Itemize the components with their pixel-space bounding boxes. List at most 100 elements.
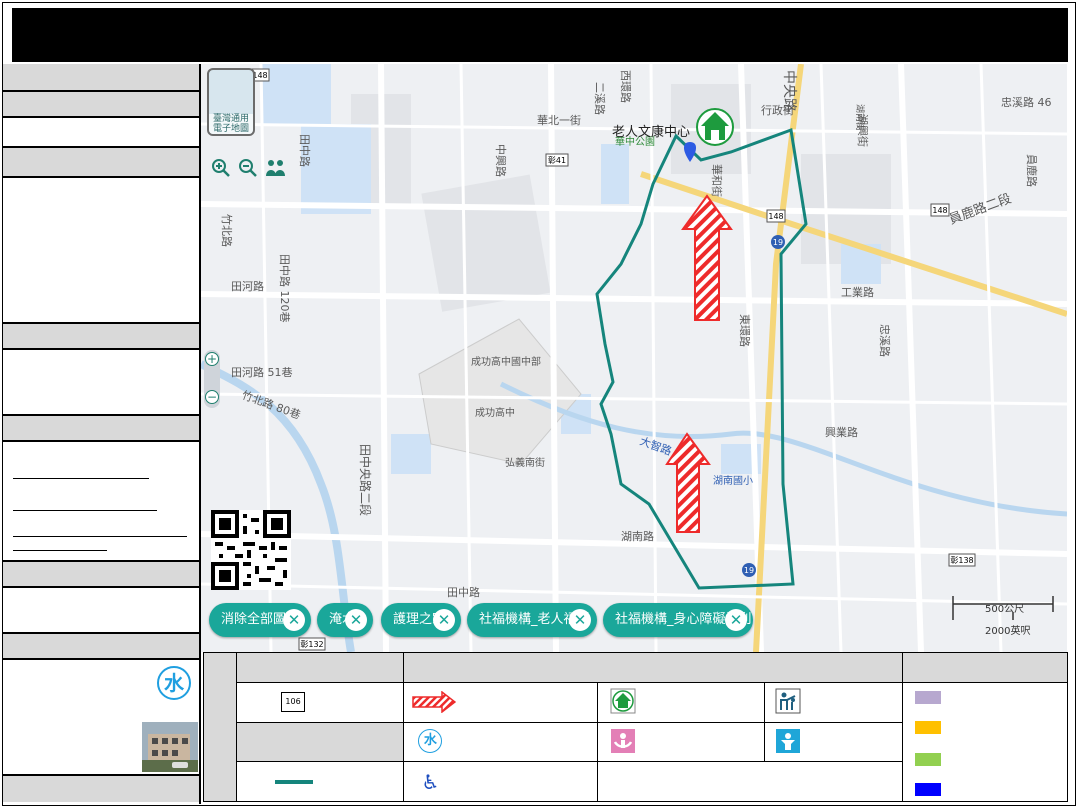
left-header-5 <box>3 416 199 442</box>
legend-cell-senior <box>596 682 766 723</box>
street-label: 田中路 120巷 <box>278 254 291 323</box>
svg-text:148: 148 <box>768 212 783 221</box>
left-header-7 <box>3 634 199 660</box>
svg-text:彰138: 彰138 <box>950 555 973 565</box>
svg-text:148: 148 <box>932 206 947 215</box>
svg-text:500公尺: 500公尺 <box>985 603 1024 615</box>
street-label: 華北一街 <box>537 113 581 127</box>
link-underline-4[interactable] <box>13 550 107 551</box>
close-icon[interactable]: ✕ <box>569 609 591 631</box>
zoom-in-icon[interactable] <box>211 158 231 178</box>
street-label: 田中路 <box>447 586 480 599</box>
street-label: 弘義南街 <box>505 456 545 469</box>
basemap-thumbnail[interactable]: 臺灣通用電子地圖 <box>207 68 255 136</box>
close-icon[interactable]: ✕ <box>433 609 455 631</box>
street-label: 西環路 <box>619 70 632 103</box>
route-shield: 彰138 <box>948 553 976 567</box>
legend-cell-disability <box>596 721 766 763</box>
house-icon[interactable] <box>696 108 734 146</box>
left-header-4 <box>3 324 199 350</box>
zoom-out-icon[interactable] <box>238 158 258 178</box>
legend-side-header <box>202 652 238 802</box>
hatched-arrow-icon <box>412 691 457 713</box>
left-field-1 <box>3 118 199 148</box>
legend-cell-boundary <box>236 761 405 802</box>
street-label: 田河路 <box>231 280 264 293</box>
swatch-blue <box>914 783 941 796</box>
close-icon[interactable]: ✕ <box>283 609 305 631</box>
route-shield: 19 <box>742 563 756 577</box>
legend-cell-empty <box>596 761 903 802</box>
route-shield: 148 <box>766 209 786 223</box>
wheelchair-icon: ♿ <box>421 770 440 795</box>
title-bar <box>12 8 1068 62</box>
close-icon[interactable]: ✕ <box>725 609 747 631</box>
water-icon: 水 <box>157 666 191 700</box>
link-underline-3[interactable] <box>13 536 187 537</box>
legend-subheader <box>236 721 405 763</box>
legend-header-3 <box>901 652 1069 683</box>
legend-cell-flood: 水 <box>403 721 598 763</box>
legend-table: 106 水 ♿ <box>202 652 1069 802</box>
left-photo-area: 水 <box>3 660 199 776</box>
swatch-purple <box>914 691 941 704</box>
street-label: 湖南國小 <box>713 474 753 487</box>
left-header-6 <box>3 562 199 588</box>
building-photo <box>142 722 198 772</box>
legend-cell-service <box>764 682 903 723</box>
map-zoom-slider[interactable]: + − <box>204 350 220 408</box>
legend-header-2 <box>403 652 903 683</box>
link-underline-1[interactable] <box>13 478 149 479</box>
slider-zoom-in-icon[interactable]: + <box>205 352 219 366</box>
left-header-8 <box>3 776 199 802</box>
water-icon: 水 <box>418 728 443 753</box>
road-shield-icon: 106 <box>281 692 306 712</box>
street-label: 員鹿路 <box>1025 154 1039 187</box>
street-label: 田中路 <box>298 134 311 167</box>
childcare-icon <box>776 728 801 753</box>
legend-cell-accessible: ♿ <box>403 761 598 802</box>
basemap-thumbnail-label: 臺灣通用電子地圖 <box>209 114 253 134</box>
street-label: 華和街 <box>710 164 724 197</box>
street-label: 東環路 <box>738 314 751 347</box>
street-label: 忠溪路 <box>878 324 891 357</box>
people-icon[interactable] <box>265 158 287 178</box>
landmark-label: 老人文康中心 <box>612 124 690 140</box>
svg-text:19: 19 <box>744 566 754 575</box>
left-header-1 <box>3 64 199 92</box>
legend-cell-arrow <box>403 682 598 723</box>
map-view[interactable]: 二溪路 西環路 華北一街 行政街 中央路 忠溪路 46 華中公園 華和街 員鹿路… <box>201 64 1067 652</box>
boundary-line-icon <box>275 780 314 785</box>
chip-clear-all-layers[interactable]: 消除全部圖層 ✕ <box>209 603 311 637</box>
street-label: 中央路 <box>781 70 797 112</box>
left-text-area-1 <box>3 178 199 324</box>
chip-disability-welfare[interactable]: 社福機構_身心障礙福利 ✕ <box>603 603 753 637</box>
svg-text:2000英呎: 2000英呎 <box>985 624 1030 637</box>
left-text-area-2 <box>3 350 199 416</box>
street-label: 田河路 51巷 <box>231 366 293 379</box>
legend-header-1 <box>236 652 405 683</box>
street-label: 中興路 <box>494 144 507 177</box>
qr-code <box>211 510 291 590</box>
slider-zoom-out-icon[interactable]: − <box>205 390 219 404</box>
close-icon[interactable]: ✕ <box>345 609 367 631</box>
route-shield: 彰132 <box>298 637 326 651</box>
chip-nursing-home[interactable]: 護理之家 ✕ <box>381 603 461 637</box>
street-label: 員鹿路二段 <box>947 190 1014 227</box>
swatch-orange <box>914 721 941 734</box>
family-icon <box>610 728 635 753</box>
street-label: 二溪路 <box>593 82 606 115</box>
left-header-2 <box>3 92 199 118</box>
street-label: 湖南街 <box>854 104 866 131</box>
legend-cell-swatches <box>901 682 1069 802</box>
chip-flood[interactable]: 淹水 ✕ <box>317 603 373 637</box>
link-underline-2[interactable] <box>13 510 157 511</box>
svg-text:19: 19 <box>773 238 783 247</box>
house-icon <box>610 688 636 714</box>
caregiver-icon <box>775 688 801 714</box>
left-links-area <box>3 442 199 562</box>
chip-elderly-welfare[interactable]: 社福機構_老人福利 ✕ <box>467 603 597 637</box>
legend-cell-road: 106 <box>236 682 405 723</box>
map-canvas: 二溪路 西環路 華北一街 行政街 中央路 忠溪路 46 華中公園 華和街 員鹿路… <box>201 64 1067 652</box>
street-label: 湖南路 <box>621 530 654 543</box>
